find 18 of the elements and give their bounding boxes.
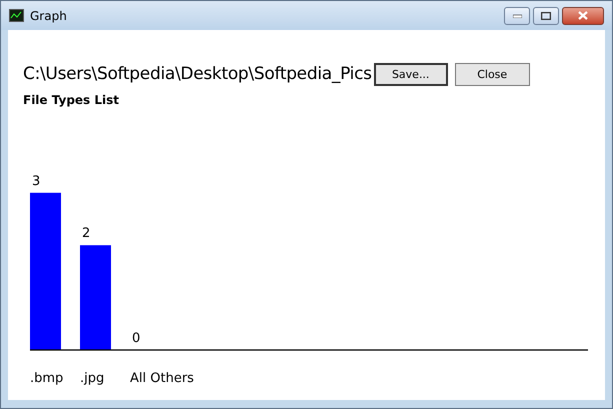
- close-icon: [578, 11, 588, 20]
- chart-title: File Types List: [22, 92, 120, 108]
- folder-path: C:\Users\Softpedia\Desktop\Softpedia_Pics: [23, 63, 372, 86]
- save-button[interactable]: Save...: [374, 63, 448, 86]
- minimize-button[interactable]: [504, 6, 530, 24]
- close-button[interactable]: Close: [454, 63, 530, 86]
- maximize-button[interactable]: [533, 6, 559, 24]
- value-label: 3: [32, 173, 40, 188]
- minimize-icon: [512, 14, 522, 18]
- category-label: .jpg: [80, 370, 104, 386]
- window-title: Graph: [30, 8, 67, 24]
- category-label: .bmp: [30, 370, 64, 386]
- close-window-button[interactable]: [562, 6, 604, 24]
- category-label: All Others: [130, 370, 194, 386]
- value-label: 0: [132, 330, 140, 346]
- graph-icon: [9, 9, 24, 22]
- maximize-icon: [541, 12, 551, 20]
- value-label: 2: [82, 226, 90, 241]
